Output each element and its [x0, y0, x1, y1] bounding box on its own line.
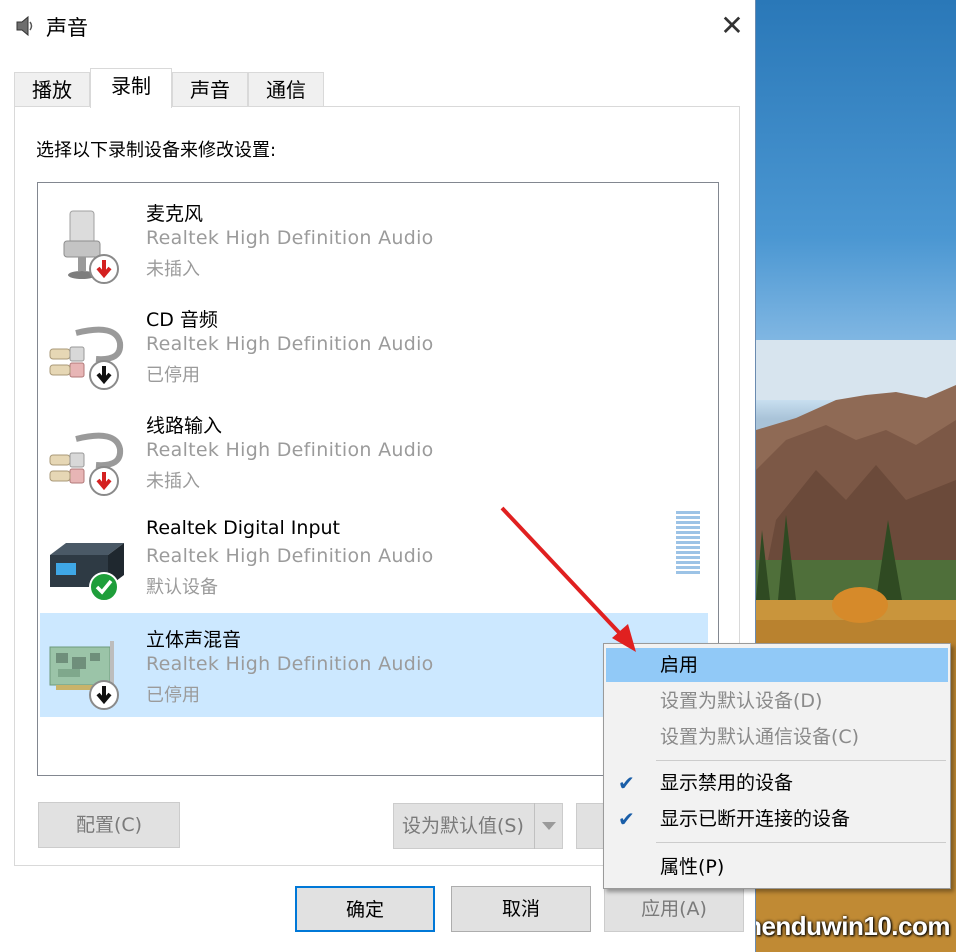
device-item-cd-audio[interactable]: CD 音频 Realtek High Definition Audio 已停用 [40, 293, 708, 397]
device-name: CD 音频 [146, 309, 218, 331]
chevron-down-icon [542, 822, 556, 830]
tab-recording[interactable]: 录制 [90, 68, 172, 108]
device-status: 默认设备 [146, 577, 218, 598]
apply-button[interactable]: 应用(A) [604, 886, 744, 932]
menu-item-show-disabled-devices[interactable]: ✔ 显示禁用的设备 [606, 766, 948, 800]
device-status: 已停用 [146, 365, 200, 386]
device-name: 麦克风 [146, 203, 204, 225]
context-menu: 启用 设置为默认设备(D) 设置为默认通信设备(C) ✔ 显示禁用的设备 ✔ 显… [603, 643, 951, 889]
checkmark-icon: ✔ [618, 807, 635, 831]
menu-item-show-disconnected-devices[interactable]: ✔ 显示已断开连接的设备 [606, 802, 948, 836]
level-meter [676, 511, 700, 575]
configure-button[interactable]: 配置(C) [38, 802, 180, 848]
device-driver: Realtek High Definition Audio [146, 653, 434, 675]
menu-item-properties[interactable]: 属性(P) [606, 850, 948, 884]
instruction-text: 选择以下录制设备来修改设置: [36, 140, 277, 161]
tab-communications[interactable]: 通信 [248, 72, 324, 106]
digital-input-box-icon [46, 515, 130, 603]
tab-playback[interactable]: 播放 [14, 72, 90, 106]
device-name: Realtek Digital Input [146, 517, 340, 539]
rca-cable-icon [46, 303, 130, 391]
close-button[interactable]: ✕ [712, 8, 752, 44]
menu-item-set-default-comm-device[interactable]: 设置为默认通信设备(C) [606, 720, 948, 754]
device-name: 线路输入 [146, 415, 223, 437]
microphone-icon [46, 197, 130, 285]
menu-separator [656, 760, 946, 761]
device-item-line-in[interactable]: 线路输入 Realtek High Definition Audio 未插入 [40, 399, 708, 503]
device-driver: Realtek High Definition Audio [146, 333, 434, 355]
watermark-text: shenduwin10.com [756, 911, 950, 941]
menu-item-enable[interactable]: 启用 [606, 648, 948, 682]
title-bar[interactable]: 声音 ✕ [0, 0, 756, 52]
device-item-digital-input[interactable]: Realtek Digital Input Realtek High Defin… [40, 505, 708, 609]
menu-item-set-default-device[interactable]: 设置为默认设备(D) [606, 684, 948, 718]
rca-cable-icon [46, 409, 130, 497]
sound-card-icon [46, 623, 130, 711]
device-item-microphone[interactable]: 麦克风 Realtek High Definition Audio 未插入 [40, 187, 708, 291]
menu-separator [656, 842, 946, 843]
device-driver: Realtek High Definition Audio [146, 545, 434, 567]
device-driver: Realtek High Definition Audio [146, 227, 434, 249]
menu-item-label: 显示禁用的设备 [660, 772, 794, 794]
tab-sounds[interactable]: 声音 [172, 72, 248, 106]
menu-item-label: 显示已断开连接的设备 [660, 808, 851, 830]
checkmark-icon: ✔ [618, 771, 635, 795]
window-title: 声音 [46, 16, 88, 40]
device-status: 未插入 [146, 259, 200, 280]
speaker-icon [14, 14, 36, 38]
device-status: 已停用 [146, 685, 200, 706]
ok-button[interactable]: 确定 [295, 886, 435, 932]
set-default-dropdown[interactable] [534, 803, 562, 849]
cancel-button[interactable]: 取消 [451, 886, 591, 932]
device-status: 未插入 [146, 471, 200, 492]
device-driver: Realtek High Definition Audio [146, 439, 434, 461]
device-name: 立体声混音 [146, 629, 242, 651]
